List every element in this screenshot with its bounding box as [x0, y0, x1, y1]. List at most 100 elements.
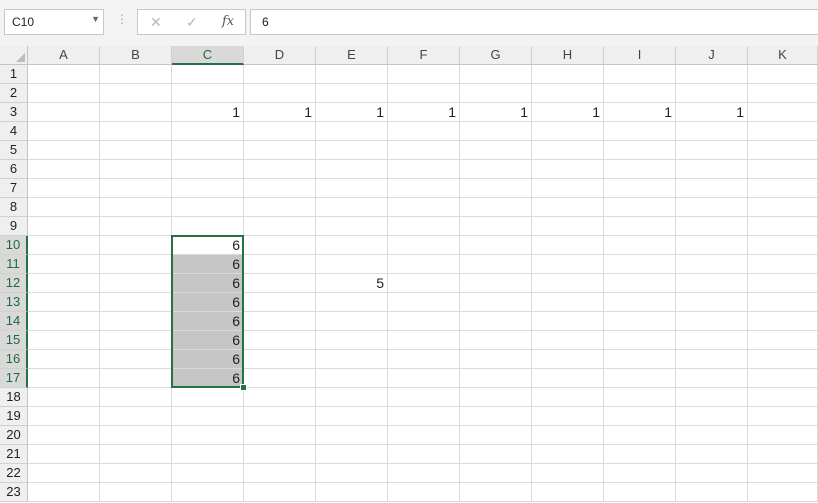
cell-i5[interactable] — [604, 141, 676, 160]
cell-c15[interactable]: 6 — [172, 331, 244, 350]
cell-a23[interactable] — [28, 483, 100, 502]
cell-d15[interactable] — [244, 331, 316, 350]
cell-k13[interactable] — [748, 293, 818, 312]
cell-h3[interactable]: 1 — [532, 103, 604, 122]
cell-e1[interactable] — [316, 65, 388, 84]
cell-f17[interactable] — [388, 369, 460, 388]
cell-i1[interactable] — [604, 65, 676, 84]
cell-a8[interactable] — [28, 198, 100, 217]
cell-f9[interactable] — [388, 217, 460, 236]
select-all-corner[interactable] — [0, 46, 28, 65]
cell-g5[interactable] — [460, 141, 532, 160]
cell-d16[interactable] — [244, 350, 316, 369]
cell-a20[interactable] — [28, 426, 100, 445]
cell-b7[interactable] — [100, 179, 172, 198]
cell-k22[interactable] — [748, 464, 818, 483]
cell-a17[interactable] — [28, 369, 100, 388]
cell-j8[interactable] — [676, 198, 748, 217]
cell-b15[interactable] — [100, 331, 172, 350]
column-header-b[interactable]: B — [100, 46, 172, 65]
cell-f12[interactable] — [388, 274, 460, 293]
cell-c6[interactable] — [172, 160, 244, 179]
cell-e14[interactable] — [316, 312, 388, 331]
cell-e2[interactable] — [316, 84, 388, 103]
cell-a22[interactable] — [28, 464, 100, 483]
cell-g14[interactable] — [460, 312, 532, 331]
cell-a2[interactable] — [28, 84, 100, 103]
cell-b20[interactable] — [100, 426, 172, 445]
cell-i17[interactable] — [604, 369, 676, 388]
insert-function-icon[interactable]: fx — [222, 14, 234, 29]
row-header-22[interactable]: 22 — [0, 464, 28, 483]
cell-c17[interactable]: 6 — [172, 369, 244, 388]
row-header-4[interactable]: 4 — [0, 122, 28, 141]
cell-g17[interactable] — [460, 369, 532, 388]
cell-d2[interactable] — [244, 84, 316, 103]
cell-k14[interactable] — [748, 312, 818, 331]
row-header-13[interactable]: 13 — [0, 293, 28, 312]
cell-f23[interactable] — [388, 483, 460, 502]
cell-d12[interactable] — [244, 274, 316, 293]
cell-d6[interactable] — [244, 160, 316, 179]
cell-g18[interactable] — [460, 388, 532, 407]
cell-e3[interactable]: 1 — [316, 103, 388, 122]
cell-k18[interactable] — [748, 388, 818, 407]
cell-b23[interactable] — [100, 483, 172, 502]
cell-f22[interactable] — [388, 464, 460, 483]
cell-a18[interactable] — [28, 388, 100, 407]
cell-b1[interactable] — [100, 65, 172, 84]
cell-g6[interactable] — [460, 160, 532, 179]
cell-e12[interactable]: 5 — [316, 274, 388, 293]
row-header-10[interactable]: 10 — [0, 236, 28, 255]
cell-k6[interactable] — [748, 160, 818, 179]
cell-i16[interactable] — [604, 350, 676, 369]
cell-c16[interactable]: 6 — [172, 350, 244, 369]
cell-d8[interactable] — [244, 198, 316, 217]
cell-e18[interactable] — [316, 388, 388, 407]
cell-h18[interactable] — [532, 388, 604, 407]
cell-j4[interactable] — [676, 122, 748, 141]
cell-d13[interactable] — [244, 293, 316, 312]
cell-h14[interactable] — [532, 312, 604, 331]
cell-c3[interactable]: 1 — [172, 103, 244, 122]
fill-handle[interactable] — [240, 384, 247, 391]
cell-c11[interactable]: 6 — [172, 255, 244, 274]
cell-d10[interactable] — [244, 236, 316, 255]
cell-f16[interactable] — [388, 350, 460, 369]
row-header-6[interactable]: 6 — [0, 160, 28, 179]
cell-e11[interactable] — [316, 255, 388, 274]
cell-h21[interactable] — [532, 445, 604, 464]
cell-b14[interactable] — [100, 312, 172, 331]
row-header-19[interactable]: 19 — [0, 407, 28, 426]
cell-k11[interactable] — [748, 255, 818, 274]
cell-i2[interactable] — [604, 84, 676, 103]
column-header-i[interactable]: I — [604, 46, 676, 65]
cell-k5[interactable] — [748, 141, 818, 160]
cell-f15[interactable] — [388, 331, 460, 350]
cell-g9[interactable] — [460, 217, 532, 236]
cell-g23[interactable] — [460, 483, 532, 502]
cell-a15[interactable] — [28, 331, 100, 350]
cell-i10[interactable] — [604, 236, 676, 255]
cell-c13[interactable]: 6 — [172, 293, 244, 312]
cell-g11[interactable] — [460, 255, 532, 274]
cell-k17[interactable] — [748, 369, 818, 388]
cell-i18[interactable] — [604, 388, 676, 407]
cell-f2[interactable] — [388, 84, 460, 103]
cell-f3[interactable]: 1 — [388, 103, 460, 122]
cell-f18[interactable] — [388, 388, 460, 407]
cell-g15[interactable] — [460, 331, 532, 350]
cell-c9[interactable] — [172, 217, 244, 236]
cell-h17[interactable] — [532, 369, 604, 388]
cell-a16[interactable] — [28, 350, 100, 369]
cell-h9[interactable] — [532, 217, 604, 236]
cell-j14[interactable] — [676, 312, 748, 331]
cell-d7[interactable] — [244, 179, 316, 198]
cell-k3[interactable] — [748, 103, 818, 122]
cell-e20[interactable] — [316, 426, 388, 445]
cell-d23[interactable] — [244, 483, 316, 502]
column-header-e[interactable]: E — [316, 46, 388, 65]
cell-k20[interactable] — [748, 426, 818, 445]
cell-d1[interactable] — [244, 65, 316, 84]
cell-b22[interactable] — [100, 464, 172, 483]
